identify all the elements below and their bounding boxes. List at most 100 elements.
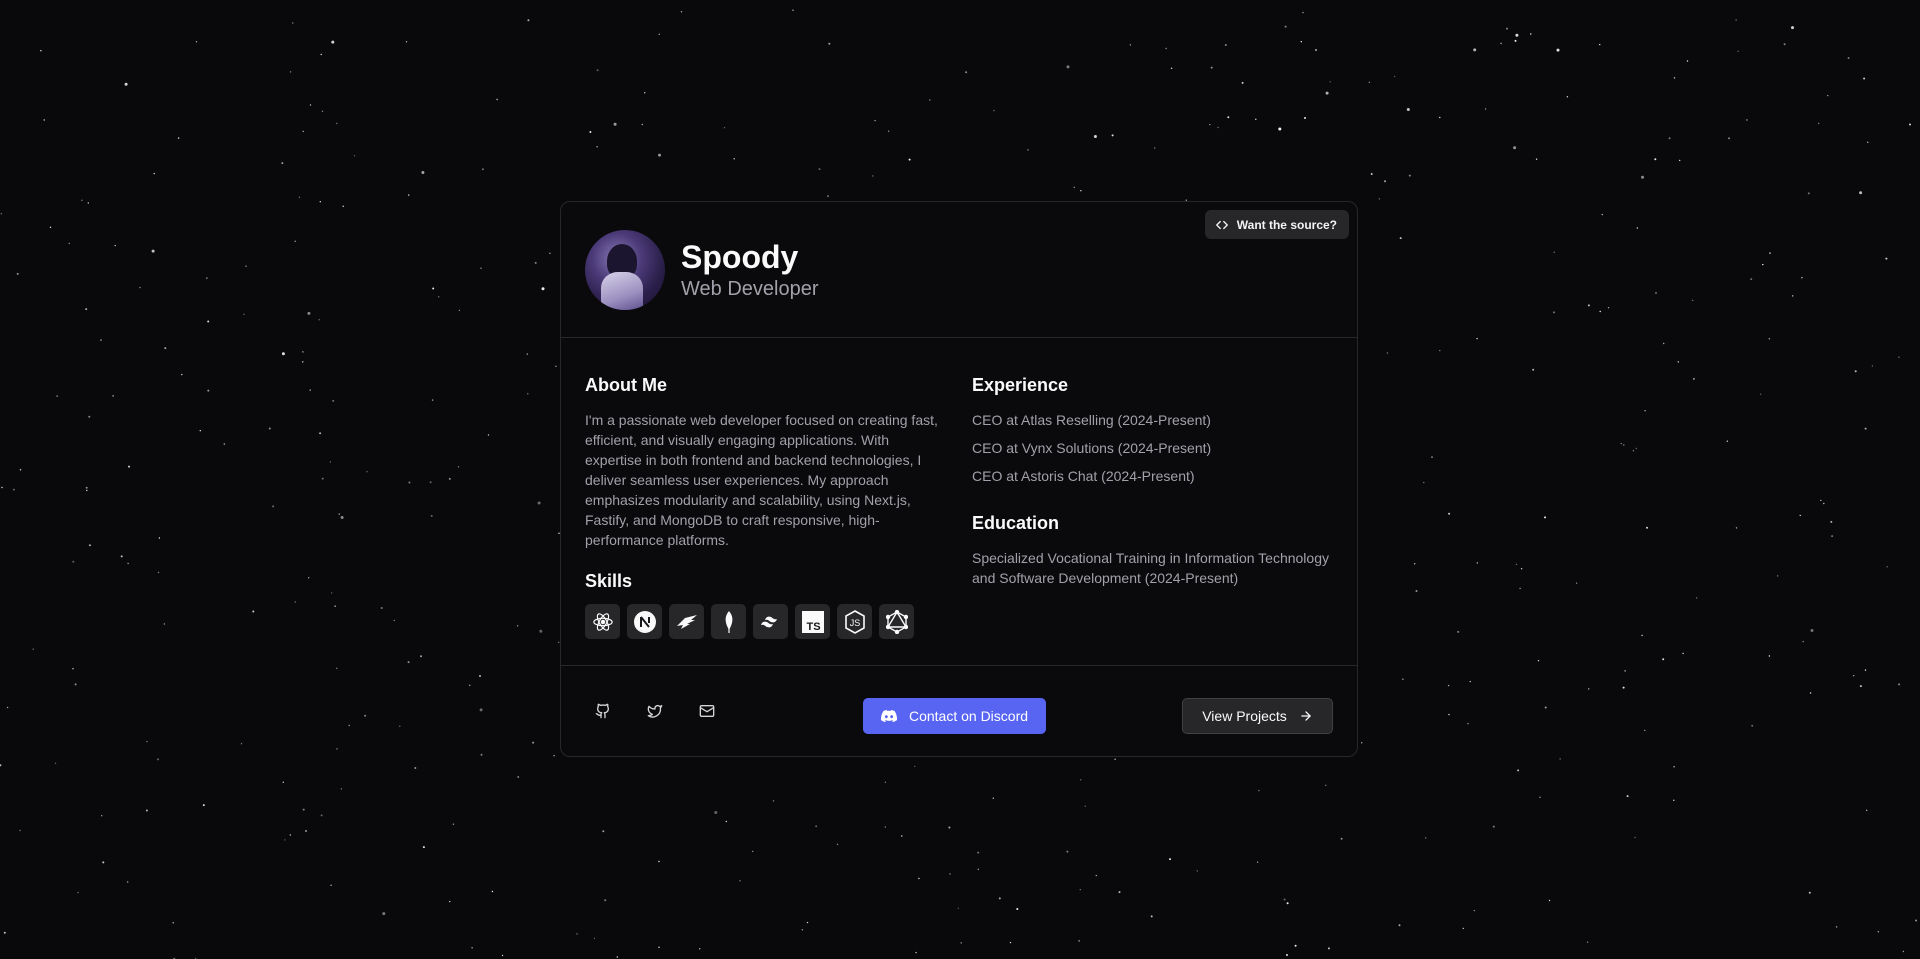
star [1866, 809, 1868, 811]
star [1831, 535, 1834, 538]
star [596, 69, 599, 72]
star [1646, 526, 1648, 529]
contact-discord-button[interactable]: Contact on Discord [863, 698, 1046, 734]
star [1886, 566, 1888, 568]
star [102, 861, 105, 864]
star [539, 629, 543, 633]
experience-heading: Experience [972, 375, 1069, 395]
star [292, 22, 294, 24]
star [1823, 502, 1825, 505]
star [207, 389, 210, 392]
svg-text:TS: TS [806, 621, 820, 633]
star [1673, 799, 1675, 801]
star [56, 395, 58, 397]
star [74, 683, 77, 686]
skill-react[interactable] [585, 604, 620, 639]
star [553, 755, 555, 757]
discord-icon [880, 710, 897, 722]
skill-tailwind[interactable] [753, 604, 788, 639]
star [1668, 137, 1671, 140]
star [223, 443, 225, 445]
star [1210, 66, 1213, 69]
svg-text:JS: JS [849, 618, 860, 628]
star [479, 675, 481, 677]
skill-graphql[interactable] [879, 604, 914, 639]
github-link[interactable] [585, 693, 621, 729]
education-text: Specialized Vocational Training in Infor… [972, 550, 1329, 586]
star [1587, 304, 1590, 307]
star [1457, 630, 1460, 633]
star [596, 146, 598, 148]
star [243, 313, 245, 315]
skill-nodejs[interactable]: JS [837, 604, 872, 639]
star [12, 488, 15, 491]
star [1566, 96, 1569, 98]
star [1864, 427, 1867, 430]
email-link[interactable] [689, 693, 725, 729]
skill-nextjs[interactable] [627, 604, 662, 639]
star [1513, 146, 1517, 150]
star [43, 119, 45, 121]
star [181, 373, 183, 376]
star [77, 891, 79, 894]
star [329, 461, 332, 463]
skill-fastify[interactable] [669, 604, 704, 639]
star [616, 956, 618, 958]
star [1406, 108, 1410, 111]
star [1415, 590, 1418, 592]
star [1515, 563, 1518, 566]
star [527, 393, 529, 395]
star [1361, 742, 1363, 744]
star [1877, 931, 1880, 933]
view-projects-button[interactable]: View Projects [1182, 698, 1333, 734]
star [1655, 292, 1657, 294]
star [420, 655, 422, 658]
star [469, 684, 471, 686]
star [1626, 795, 1629, 798]
react-icon [592, 612, 613, 631]
star [1384, 180, 1386, 183]
star [414, 767, 417, 769]
skill-typescript[interactable]: TS [795, 604, 830, 639]
star [112, 395, 114, 397]
star [1915, 919, 1918, 922]
star [481, 168, 484, 171]
star [1686, 60, 1689, 62]
star [1692, 377, 1695, 380]
star [1735, 19, 1737, 21]
star [309, 104, 312, 106]
star [593, 937, 596, 940]
star [915, 951, 917, 954]
star [549, 252, 551, 254]
star [1835, 926, 1838, 928]
star [336, 667, 338, 669]
want-source-button[interactable]: Want the source? [1204, 210, 1349, 239]
star [993, 109, 995, 112]
star [128, 465, 130, 468]
star [815, 825, 817, 827]
star [1284, 25, 1287, 28]
star [1394, 75, 1396, 78]
star [1726, 440, 1729, 442]
star [733, 158, 735, 160]
star [158, 537, 161, 539]
star [1448, 713, 1450, 716]
star [1473, 909, 1476, 912]
star [302, 130, 304, 133]
profile-name: Spoody [681, 238, 799, 275]
star [1537, 660, 1540, 662]
star [342, 205, 344, 207]
star [72, 560, 75, 563]
star [1080, 190, 1082, 192]
star [320, 814, 323, 817]
twitter-link[interactable] [637, 693, 673, 729]
star [1556, 48, 1560, 52]
avatar [585, 229, 665, 310]
star [1623, 444, 1625, 446]
star [1871, 365, 1874, 367]
star [1431, 456, 1433, 458]
star [1073, 186, 1075, 188]
skill-mongodb[interactable] [711, 604, 746, 639]
star [399, 725, 401, 727]
code-icon [1215, 220, 1228, 229]
